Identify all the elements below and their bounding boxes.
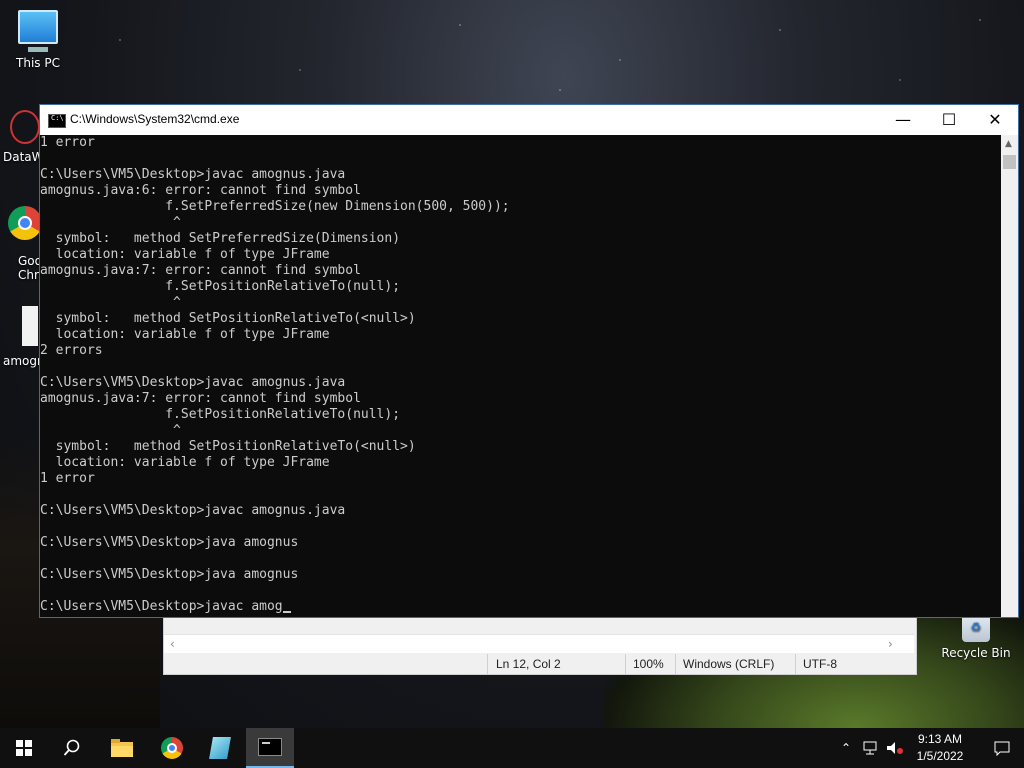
console-line: C:\Users\VM5\Desktop>javac amognus.java [40,375,346,390]
scroll-right-icon[interactable]: › [888,635,893,653]
search-icon [63,739,80,756]
console-line: location: variable f of type JFrame [40,455,330,470]
desktop-icon-label: This PC [16,56,60,70]
taskbar: ⌃ 9:13 AM 1/5/2022 [0,728,1024,768]
console-line: 1 error [40,471,95,486]
encoding: UTF-8 [803,657,837,671]
vertical-scrollbar[interactable]: ▲ [1001,135,1018,617]
horizontal-scrollbar[interactable]: ‹ › [164,634,914,653]
windows-logo-icon [16,740,32,756]
file-icon [22,306,38,346]
taskbar-file-explorer[interactable] [98,728,146,768]
status-bar: Ln 12, Col 2 100% Windows (CRLF) UTF-8 [164,654,914,674]
desktop-icon-label: DataW [3,150,44,164]
maximize-button[interactable]: ☐ [926,105,972,135]
taskbar-app[interactable] [196,728,244,768]
desktop-icon-recycle-bin[interactable]: ♻ Recycle Bin [936,612,1016,660]
chrome-icon [161,737,183,759]
console-line: f.SetPositionRelativeTo(null); [40,279,401,294]
cmd-icon [48,114,66,128]
line-ending: Windows (CRLF) [683,657,775,671]
clock-time: 9:13 AM [917,732,963,746]
system-clock[interactable]: 9:13 AM 1/5/2022 [904,731,976,765]
console-prompt-line[interactable]: C:\Users\VM5\Desktop>javac amog [40,599,1000,615]
clock-date: 1/5/2022 [916,749,964,763]
cursor-position: Ln 12, Col 2 [496,657,561,671]
console-line: C:\Users\VM5\Desktop>javac amognus.java [40,503,346,518]
text-cursor [282,611,291,613]
console-line: symbol: method SetPositionRelativeTo(<nu… [40,311,416,326]
desktop-icon-label: Recycle Bin [941,646,1011,660]
title-bar[interactable]: C:\Windows\System32\cmd.exe — ☐ ✕ [40,105,1018,135]
console-line: C:\Users\VM5\Desktop>java amognus [40,535,299,550]
cmd-icon [258,738,282,756]
notification-icon [994,741,1010,756]
computer-icon [18,10,58,52]
console-line: C:\Users\VM5\Desktop>javac amognus.java [40,167,346,182]
console-line: amognus.java:7: error: cannot find symbo… [40,391,361,406]
show-hidden-icons-button[interactable]: ⌃ [836,728,856,768]
search-button[interactable] [48,728,96,768]
console-line: symbol: method SetPreferredSize(Dimensio… [40,231,401,246]
console-line: location: variable f of type JFrame [40,327,330,342]
console-line: amognus.java:7: error: cannot find symbo… [40,263,361,278]
console-output[interactable]: 1 error C:\Users\VM5\Desktop>javac amognu… [40,135,1000,617]
minimize-button[interactable]: — [880,105,926,135]
volume-muted-icon[interactable] [884,728,906,768]
console-line: f.SetPositionRelativeTo(null); [40,407,401,422]
zoom-level: 100% [633,657,664,671]
console-line: ^ [40,295,181,310]
chrome-icon [8,206,42,240]
desktop-icon-this-pc[interactable]: This PC [0,10,76,70]
folder-icon [111,739,133,757]
taskbar-chrome[interactable] [148,728,196,768]
desktop-icon-amognus[interactable]: amogn [0,306,45,368]
app-icon [10,110,40,144]
taskbar-cmd[interactable] [246,728,294,768]
scrollbar-thumb[interactable] [1003,155,1016,169]
notepad-window[interactable]: ‹ › Ln 12, Col 2 100% Windows (CRLF) UTF… [163,613,917,675]
console-line: C:\Users\VM5\Desktop>java amognus [40,567,299,582]
start-button[interactable] [0,728,48,768]
console-line: symbol: method SetPositionRelativeTo(<nu… [40,439,416,454]
console-line: f.SetPreferredSize(new Dimension(500, 50… [40,199,510,214]
console-line: amognus.java:6: error: cannot find symbo… [40,183,361,198]
app-icon [209,737,231,759]
cmd-window[interactable]: C:\Windows\System32\cmd.exe — ☐ ✕ 1 erro… [39,104,1019,618]
console-line: ^ [40,215,181,230]
notifications-button[interactable] [980,728,1024,768]
network-icon[interactable] [860,728,882,768]
console-line: location: variable f of type JFrame [40,247,330,262]
console-line: 1 error [40,135,95,150]
console-line: ^ [40,423,181,438]
close-button[interactable]: ✕ [972,105,1018,135]
window-title: C:\Windows\System32\cmd.exe [70,112,240,126]
scroll-left-icon[interactable]: ‹ [170,635,175,653]
console-line: 2 errors [40,343,103,358]
scroll-up-icon[interactable]: ▲ [1005,139,1012,149]
desktop-icon-datawrapper[interactable]: DataW [0,110,44,164]
